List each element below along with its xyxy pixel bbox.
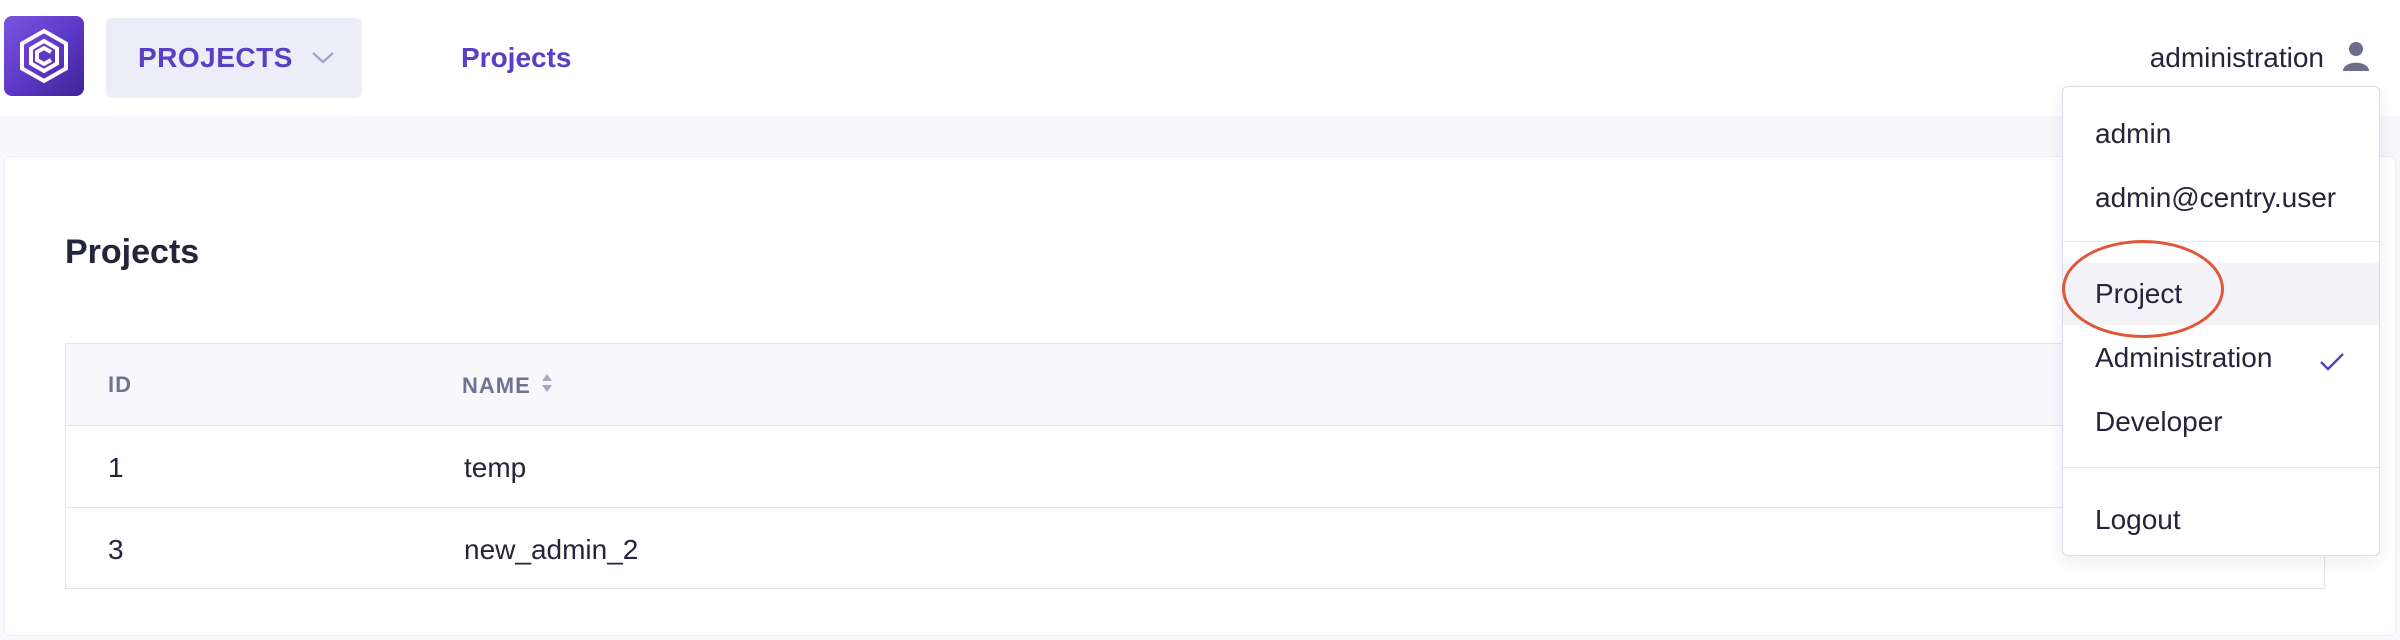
table-header: ID NAME bbox=[66, 344, 2324, 426]
menu-item-developer[interactable]: Developer bbox=[2063, 391, 2379, 453]
menu-divider bbox=[2063, 241, 2379, 242]
projects-card: Projects ID NAME 1 temp 3 new_admin_2 bbox=[4, 156, 2396, 636]
table-row[interactable]: 1 temp bbox=[66, 426, 2324, 508]
menu-item-label: Logout bbox=[2095, 504, 2181, 535]
app-switcher-dropdown[interactable]: PROJECTS bbox=[106, 18, 362, 98]
menu-item-project[interactable]: Project bbox=[2063, 263, 2379, 325]
user-name: administration bbox=[2149, 42, 2324, 73]
user-menu-toggle[interactable]: administration bbox=[2150, 38, 2370, 78]
column-header-id: ID bbox=[108, 372, 132, 397]
menu-item-logout[interactable]: Logout bbox=[2063, 489, 2379, 551]
check-icon bbox=[2319, 347, 2345, 379]
nav-link-projects[interactable]: Projects bbox=[461, 42, 572, 74]
cell-name: temp bbox=[464, 452, 527, 483]
cell-name: new_admin_2 bbox=[464, 534, 639, 565]
menu-email: admin@centry.user bbox=[2095, 182, 2337, 213]
menu-item-label: Project bbox=[2095, 278, 2183, 309]
cell-id: 1 bbox=[108, 452, 124, 483]
menu-username: admin bbox=[2095, 118, 2172, 149]
table-row[interactable]: 3 new_admin_2 bbox=[66, 508, 2324, 590]
chevron-down-icon bbox=[311, 51, 335, 70]
user-dropdown-menu: admin admin@centry.user Project Administ… bbox=[2062, 86, 2380, 556]
column-header-name-label: NAME bbox=[462, 373, 531, 398]
column-header-name[interactable]: NAME bbox=[462, 372, 553, 400]
app-switcher-label: PROJECTS bbox=[138, 42, 293, 73]
menu-divider bbox=[2063, 467, 2379, 468]
sort-icon[interactable] bbox=[541, 372, 553, 400]
menu-item-administration[interactable]: Administration bbox=[2063, 327, 2379, 389]
page-title: Projects bbox=[65, 233, 200, 271]
user-icon bbox=[2342, 41, 2370, 76]
top-bar: PROJECTS Projects administration bbox=[0, 0, 2400, 116]
cell-id: 3 bbox=[108, 534, 124, 565]
projects-table: ID NAME 1 temp 3 new_admin_2 bbox=[65, 343, 2325, 589]
menu-item-label: Administration bbox=[2095, 342, 2273, 373]
menu-item-label: Developer bbox=[2095, 406, 2223, 437]
centry-logo-icon[interactable] bbox=[4, 16, 84, 96]
